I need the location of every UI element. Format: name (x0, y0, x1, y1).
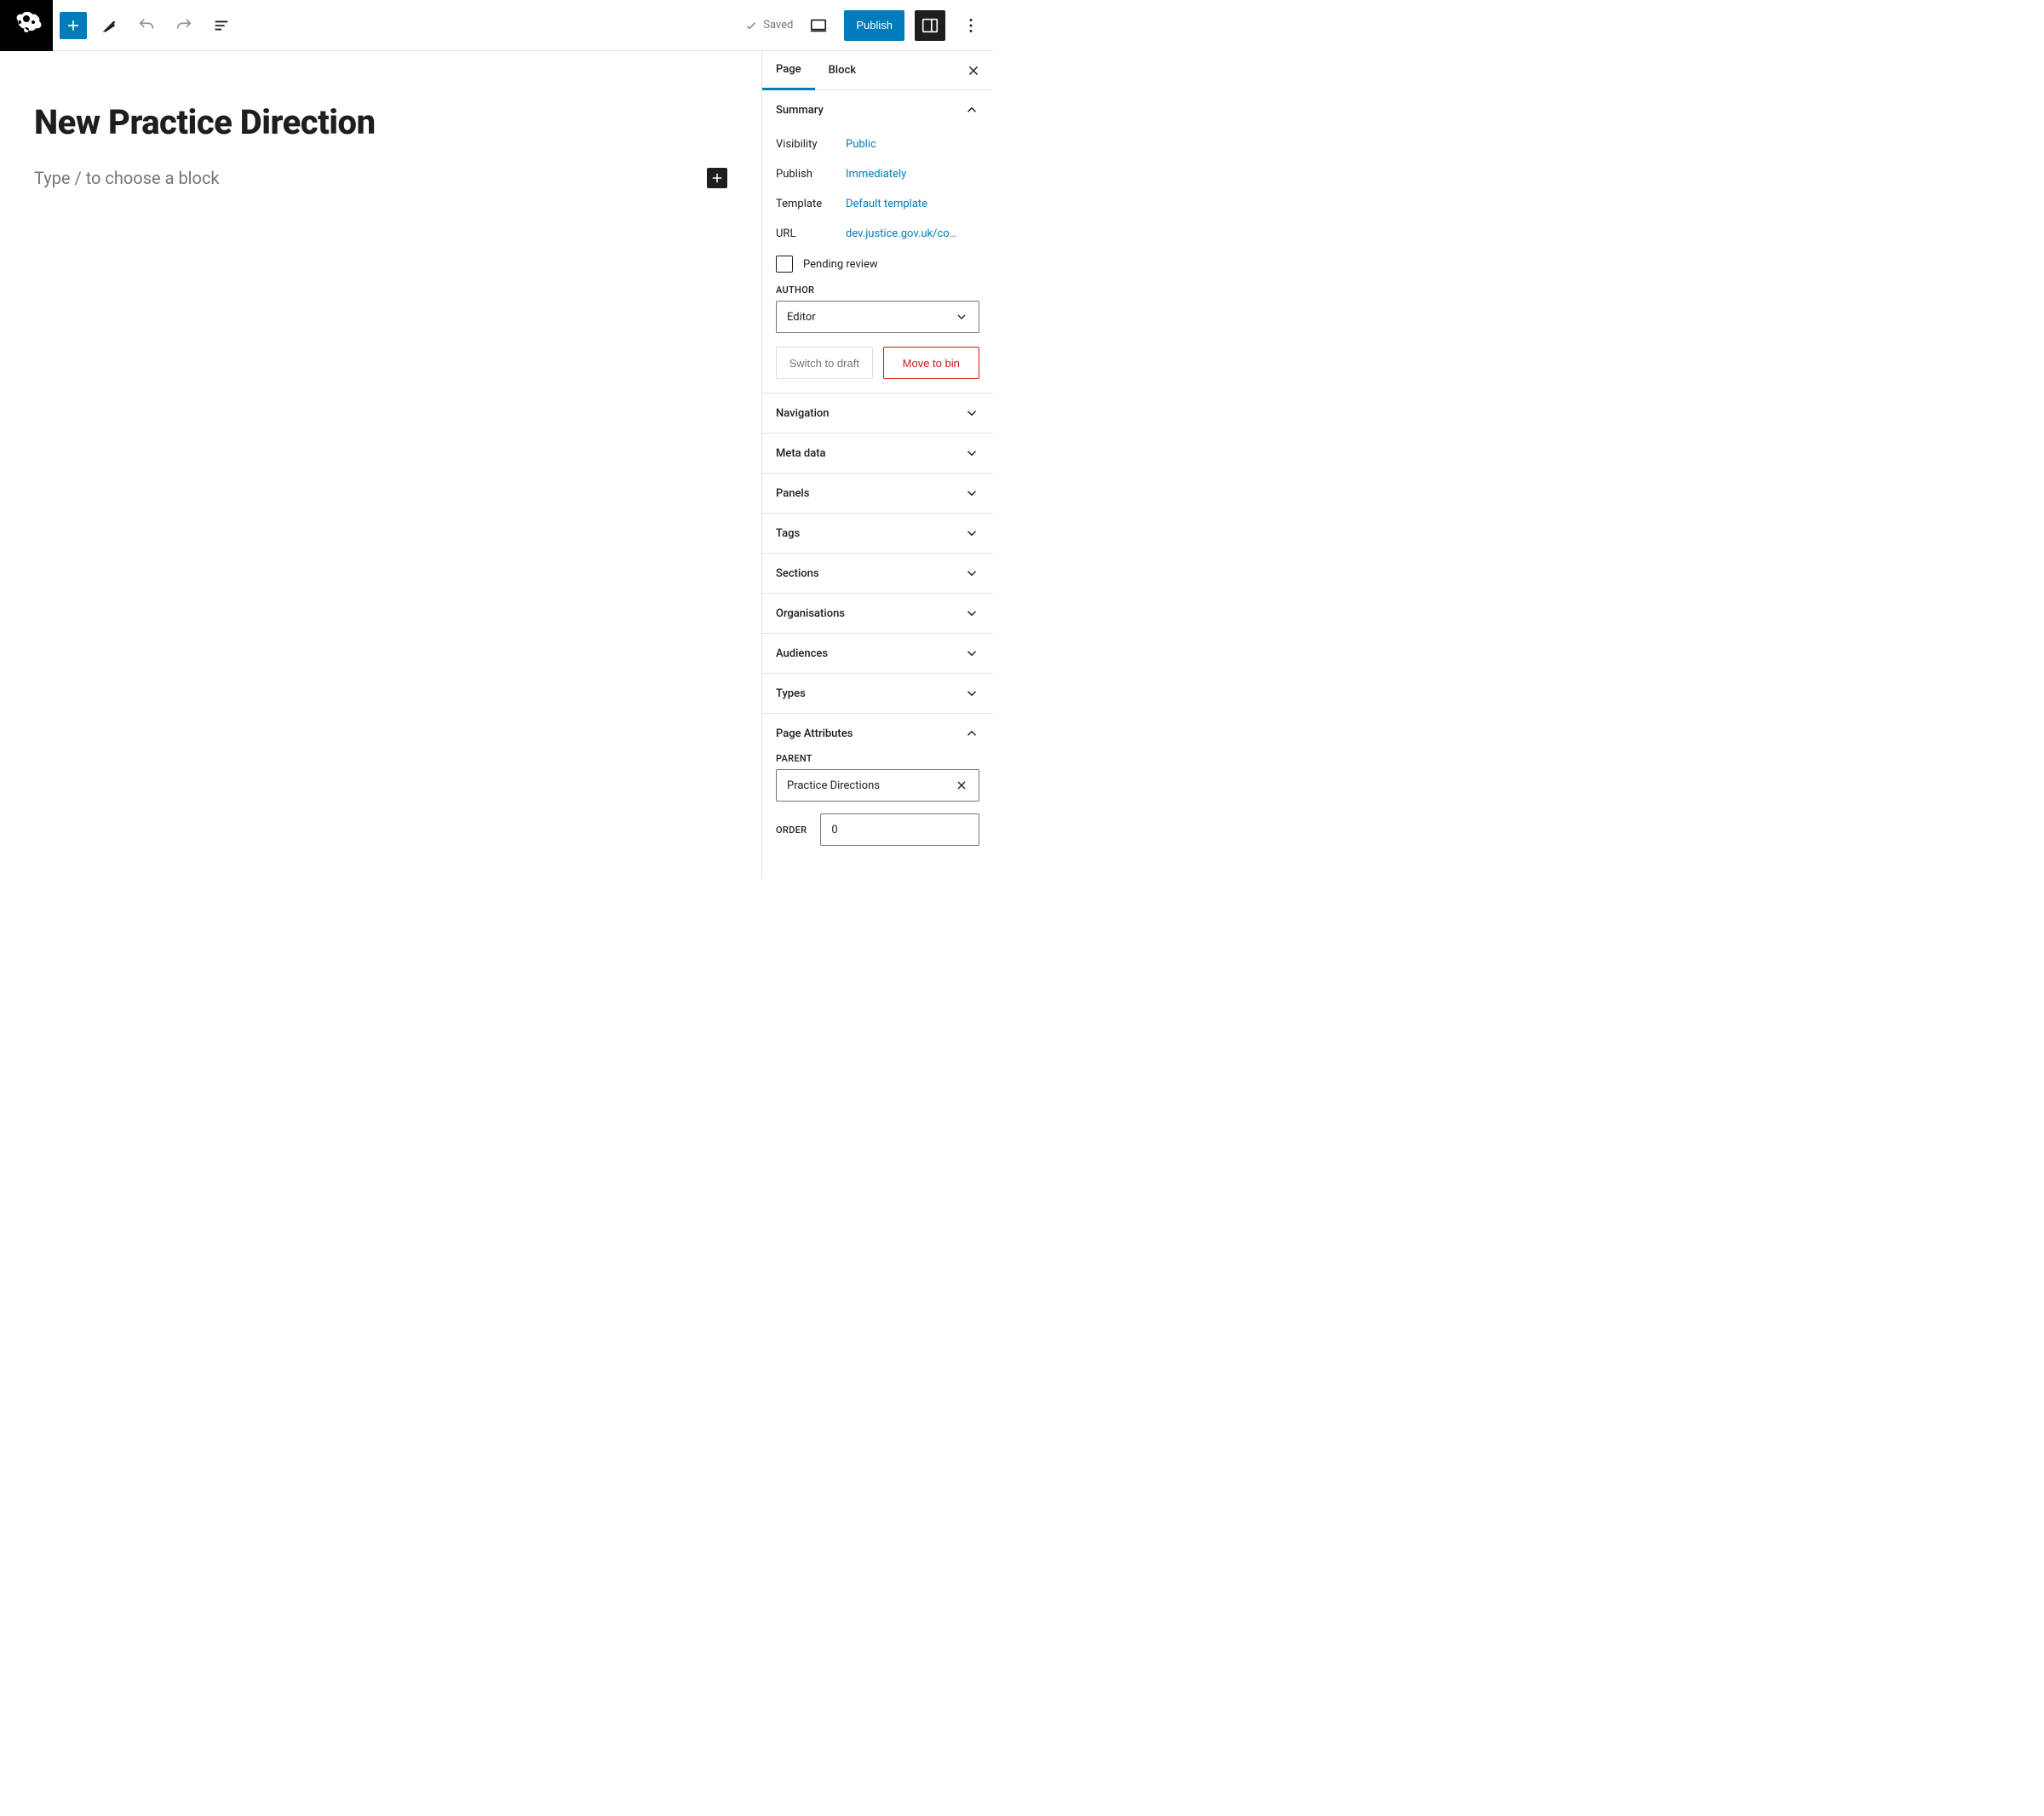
pending-review-checkbox[interactable] (776, 256, 793, 273)
panel-navigation-header[interactable]: Navigation (762, 394, 993, 433)
template-label: Template (776, 198, 846, 210)
panel-types-header[interactable]: Types (762, 674, 993, 713)
chevron-down-icon (955, 310, 968, 324)
tab-block[interactable]: Block (815, 52, 870, 89)
clear-icon[interactable] (955, 779, 968, 792)
order-label: ORDER (776, 825, 807, 836)
visibility-label: Visibility (776, 138, 846, 151)
author-value: Editor (787, 311, 816, 324)
panel-summary-header[interactable]: Summary (762, 90, 993, 129)
tools-button[interactable] (94, 10, 124, 41)
chevron-down-icon (964, 606, 979, 621)
settings-sidebar: Page Block Summary Visibility Public Pub… (761, 51, 993, 879)
panel-organisations-header[interactable]: Organisations (762, 594, 993, 633)
parent-input[interactable]: Practice Directions (776, 769, 979, 802)
url-label: URL (776, 227, 846, 240)
move-to-bin-button[interactable]: Move to bin (883, 347, 980, 379)
publish-button[interactable]: Publish (844, 10, 904, 41)
chevron-down-icon (964, 445, 979, 461)
tab-page[interactable]: Page (762, 51, 815, 90)
save-status: Saved (744, 19, 793, 32)
author-select[interactable]: Editor (776, 301, 979, 333)
block-placeholder-text[interactable]: Type / to choose a block (34, 168, 220, 188)
template-value[interactable]: Default template (846, 198, 979, 210)
undo-button (131, 10, 162, 41)
site-logo[interactable] (0, 0, 53, 51)
settings-toggle-button[interactable] (915, 10, 945, 41)
panel-page-attributes-header[interactable]: Page Attributes (762, 714, 993, 753)
redo-button (169, 10, 199, 41)
chevron-down-icon (964, 405, 979, 421)
panel-sections-header[interactable]: Sections (762, 554, 993, 593)
order-input[interactable]: 0 (820, 813, 979, 846)
parent-value: Practice Directions (787, 779, 880, 792)
close-sidebar-button[interactable] (954, 63, 993, 78)
document-overview-button[interactable] (206, 10, 237, 41)
panel-audiences-header[interactable]: Audiences (762, 634, 993, 673)
save-status-label: Saved (763, 19, 793, 32)
chevron-down-icon (964, 566, 979, 581)
switch-to-draft-button[interactable]: Switch to draft (776, 347, 873, 379)
options-button[interactable] (956, 10, 986, 41)
panel-tags-header[interactable]: Tags (762, 514, 993, 553)
chevron-down-icon (964, 486, 979, 501)
block-inserter-button[interactable] (60, 12, 87, 39)
parent-label: PARENT (776, 753, 979, 764)
chevron-up-icon (964, 726, 979, 741)
chevron-down-icon (964, 646, 979, 661)
pending-review-label: Pending review (803, 258, 878, 271)
post-title[interactable]: New Practice Direction (34, 102, 727, 142)
url-value[interactable]: dev.justice.gov.uk/co… (846, 227, 979, 240)
chevron-down-icon (964, 526, 979, 541)
author-label: AUTHOR (776, 284, 979, 296)
panel-summary-title: Summary (776, 104, 824, 117)
chevron-down-icon (964, 686, 979, 701)
add-block-button[interactable] (707, 168, 727, 188)
panel-metadata-header[interactable]: Meta data (762, 434, 993, 473)
publish-label: Publish (776, 168, 846, 181)
chevron-up-icon (964, 102, 979, 118)
visibility-value[interactable]: Public (846, 138, 979, 151)
panel-panels-header[interactable]: Panels (762, 474, 993, 513)
order-value: 0 (831, 824, 837, 836)
publish-value[interactable]: Immediately (846, 168, 979, 181)
editor-canvas[interactable]: New Practice Direction Type / to choose … (0, 51, 761, 879)
view-button[interactable] (803, 10, 834, 41)
